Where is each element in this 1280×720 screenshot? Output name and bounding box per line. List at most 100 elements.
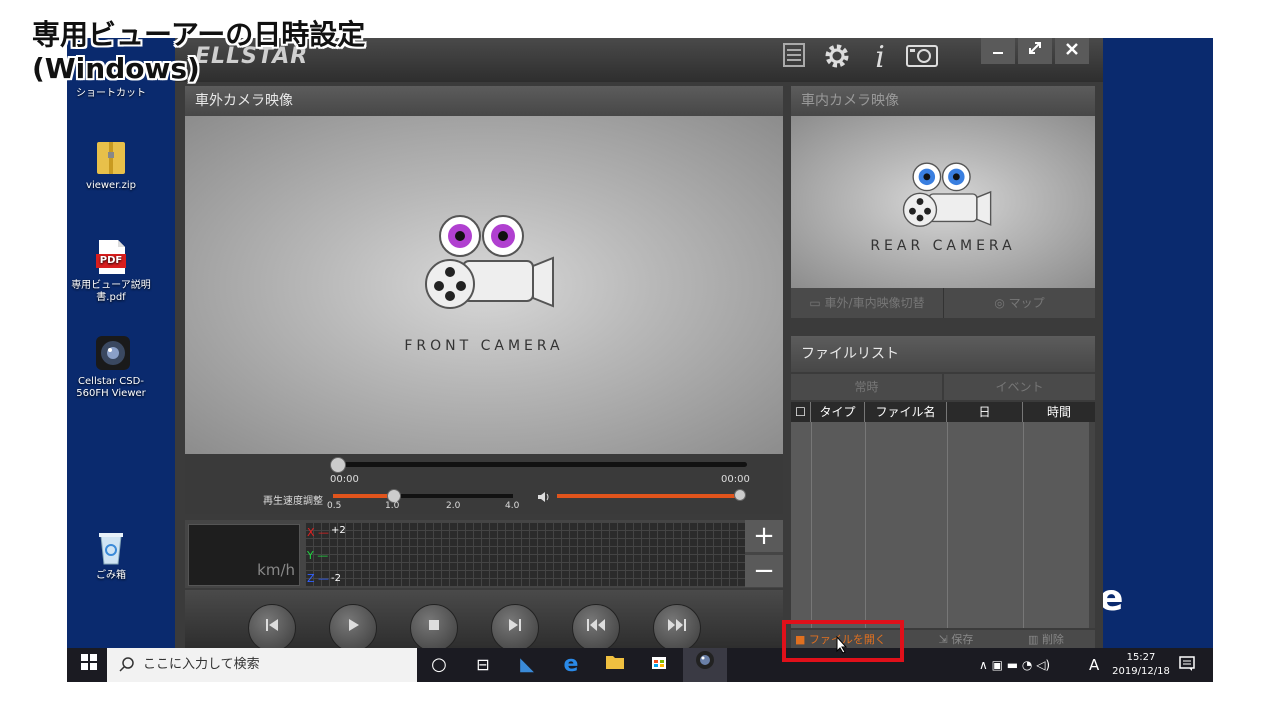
rear-camera-header: 車内カメラ映像 — [791, 86, 1095, 116]
volume-handle[interactable] — [734, 489, 746, 501]
rear-camera-view: REAR CAMERA — [791, 116, 1095, 288]
column-time-label: 時間 — [1046, 405, 1071, 419]
file-explorer-icon[interactable] — [593, 648, 637, 682]
g-sensor-graph: X — Y — Z — +2 -2 — [305, 522, 745, 586]
search-placeholder: ここに入力して検索 — [143, 657, 260, 672]
info-icon[interactable]: i — [863, 42, 897, 74]
recycle-bin-icon — [94, 528, 128, 566]
shortcut-label: ショートカット — [76, 88, 146, 99]
volume-icon[interactable] — [537, 488, 551, 507]
save-button[interactable]: ⇲ 保存 — [911, 630, 1001, 650]
map-button[interactable]: ◎ マップ — [944, 288, 1095, 318]
list-icon[interactable] — [777, 42, 811, 76]
search-icon — [119, 656, 135, 676]
zip-label: viewer.zip — [86, 180, 136, 191]
file-list-scrollbar[interactable] — [1089, 422, 1095, 628]
trash-icon: ▥ — [1028, 633, 1042, 646]
search-box[interactable]: ここに入力して検索 — [107, 648, 417, 682]
recycle-bin-label: ごみ箱 — [96, 570, 126, 581]
caption-line1: 専用ビューアーの日時設定 — [32, 18, 366, 51]
edge-browser-icon[interactable]: e — [549, 648, 593, 682]
file-list-columns: ☐ タイプ ファイル名 日 時間 — [791, 402, 1095, 422]
delete-button[interactable]: ▥ 削除 — [1001, 630, 1091, 650]
pdf-badge: PDF — [96, 254, 126, 268]
desktop-icon-viewer-zip[interactable]: viewer.zip — [67, 138, 155, 192]
volume-fill — [557, 494, 739, 498]
system-tray-icons[interactable]: ∧ ▣ ▬ ◔ ◁) — [979, 648, 1050, 682]
zoom-in-button[interactable]: + — [745, 520, 783, 552]
column-date[interactable]: 日 — [947, 402, 1023, 422]
switch-camera-label: 車外/車内映像切替 — [824, 296, 925, 310]
seek-handle[interactable] — [330, 457, 346, 473]
zip-folder-icon — [94, 138, 128, 176]
monitor-icon: ▭ — [809, 296, 825, 310]
minimize-button[interactable] — [981, 38, 1015, 64]
windows-start-button[interactable] — [67, 648, 111, 682]
save-label: 保存 — [951, 633, 974, 646]
speed-tick-0: 0.5 — [327, 501, 342, 511]
mouse-cursor-icon — [836, 635, 848, 658]
volume-track[interactable] — [557, 494, 739, 498]
task-view-icon[interactable]: ⊟ — [461, 648, 505, 682]
cortana-icon[interactable]: ○ — [417, 648, 461, 682]
rear-camera-icon — [896, 156, 992, 236]
tab-continuous[interactable]: 常時 — [791, 374, 942, 400]
store-icon[interactable] — [637, 648, 681, 682]
globe-icon: ◎ — [994, 296, 1009, 310]
desktop-icon-recycle-bin[interactable]: ごみ箱 — [67, 528, 155, 582]
play-button[interactable] — [329, 604, 377, 652]
gear-icon[interactable] — [820, 42, 854, 78]
network-app-icon[interactable]: ◣ — [505, 648, 549, 682]
file-list-body[interactable] — [791, 422, 1095, 628]
map-label: マップ — [1008, 296, 1045, 310]
skip-end-button[interactable] — [491, 604, 539, 652]
previous-file-button[interactable] — [572, 604, 620, 652]
maximize-button[interactable] — [1018, 38, 1052, 64]
stop-button[interactable] — [410, 604, 458, 652]
seek-track[interactable] — [337, 462, 747, 467]
column-time[interactable]: 時間 — [1023, 402, 1095, 422]
speed-tick-2: 2.0 — [446, 501, 461, 511]
clock[interactable]: 15:27 2019/12/18 — [1105, 651, 1177, 679]
ime-indicator[interactable]: A — [1089, 648, 1099, 682]
notification-icon[interactable] — [1179, 656, 1195, 676]
camera-settings-icon[interactable] — [905, 42, 939, 76]
column-type[interactable]: タイプ — [811, 402, 865, 422]
camera-lens-icon — [94, 334, 130, 372]
clock-date: 2019/12/18 — [1112, 666, 1170, 677]
skip-start-button[interactable] — [248, 604, 296, 652]
cellstar-label: Cellstar CSD-560FH Viewer — [76, 376, 146, 399]
cellstar-taskbar-icon[interactable] — [683, 648, 727, 682]
speed-unit: km/h — [257, 561, 295, 579]
axis-z-label: Z — — [307, 572, 330, 585]
next-file-button[interactable] — [653, 604, 701, 652]
axis-x-label: X — — [307, 526, 330, 539]
time-end: 00:00 — [721, 474, 750, 485]
speed-tick-3: 4.0 — [505, 501, 520, 511]
speed-fill — [333, 494, 393, 498]
front-camera-view: FRONT CAMERA — [185, 116, 783, 454]
taskbar: ここに入力して検索 ○ ⊟ ◣ e ∧ ▣ ▬ ◔ ◁) A 15:27 201… — [67, 648, 1213, 682]
desktop-icon-manual-pdf[interactable]: PDF 専用ビューア説明書.pdf — [67, 238, 155, 304]
file-list-header: ファイルリスト — [791, 336, 1095, 372]
zoom-out-button[interactable]: − — [745, 555, 783, 587]
column-filename[interactable]: ファイル名 — [865, 402, 947, 422]
playback-controls: 00:00 00:00 再生速度調整 0.5 1.0 2.0 4.0 — [185, 454, 783, 514]
speed-display: km/h — [188, 524, 300, 586]
delete-label: 削除 — [1041, 633, 1064, 646]
desktop-icon-cellstar-viewer[interactable]: Cellstar CSD-560FH Viewer — [67, 334, 155, 400]
speed-track[interactable] — [333, 494, 513, 498]
save-icon: ⇲ — [938, 633, 952, 646]
front-camera-icon — [415, 206, 555, 320]
axis-y-label: Y — — [307, 549, 329, 562]
pdf-label: 専用ビューア説明書.pdf — [71, 280, 151, 303]
tab-event[interactable]: イベント — [944, 374, 1095, 400]
switch-camera-button[interactable]: ▭ 車外/車内映像切替 — [791, 288, 944, 318]
front-camera-label: FRONT CAMERA — [404, 338, 564, 354]
close-button[interactable] — [1055, 38, 1089, 64]
speed-tick-1: 1.0 — [385, 501, 400, 511]
desktop-icon-shortcut[interactable]: ショートカット — [67, 88, 155, 100]
viewer-window: ELLSTAR i 車外カメラ映像 FRONT CAMERA 00:00 00:… — [175, 38, 1103, 652]
scale-minus2: -2 — [331, 573, 341, 584]
select-all-checkbox[interactable]: ☐ — [791, 402, 811, 422]
